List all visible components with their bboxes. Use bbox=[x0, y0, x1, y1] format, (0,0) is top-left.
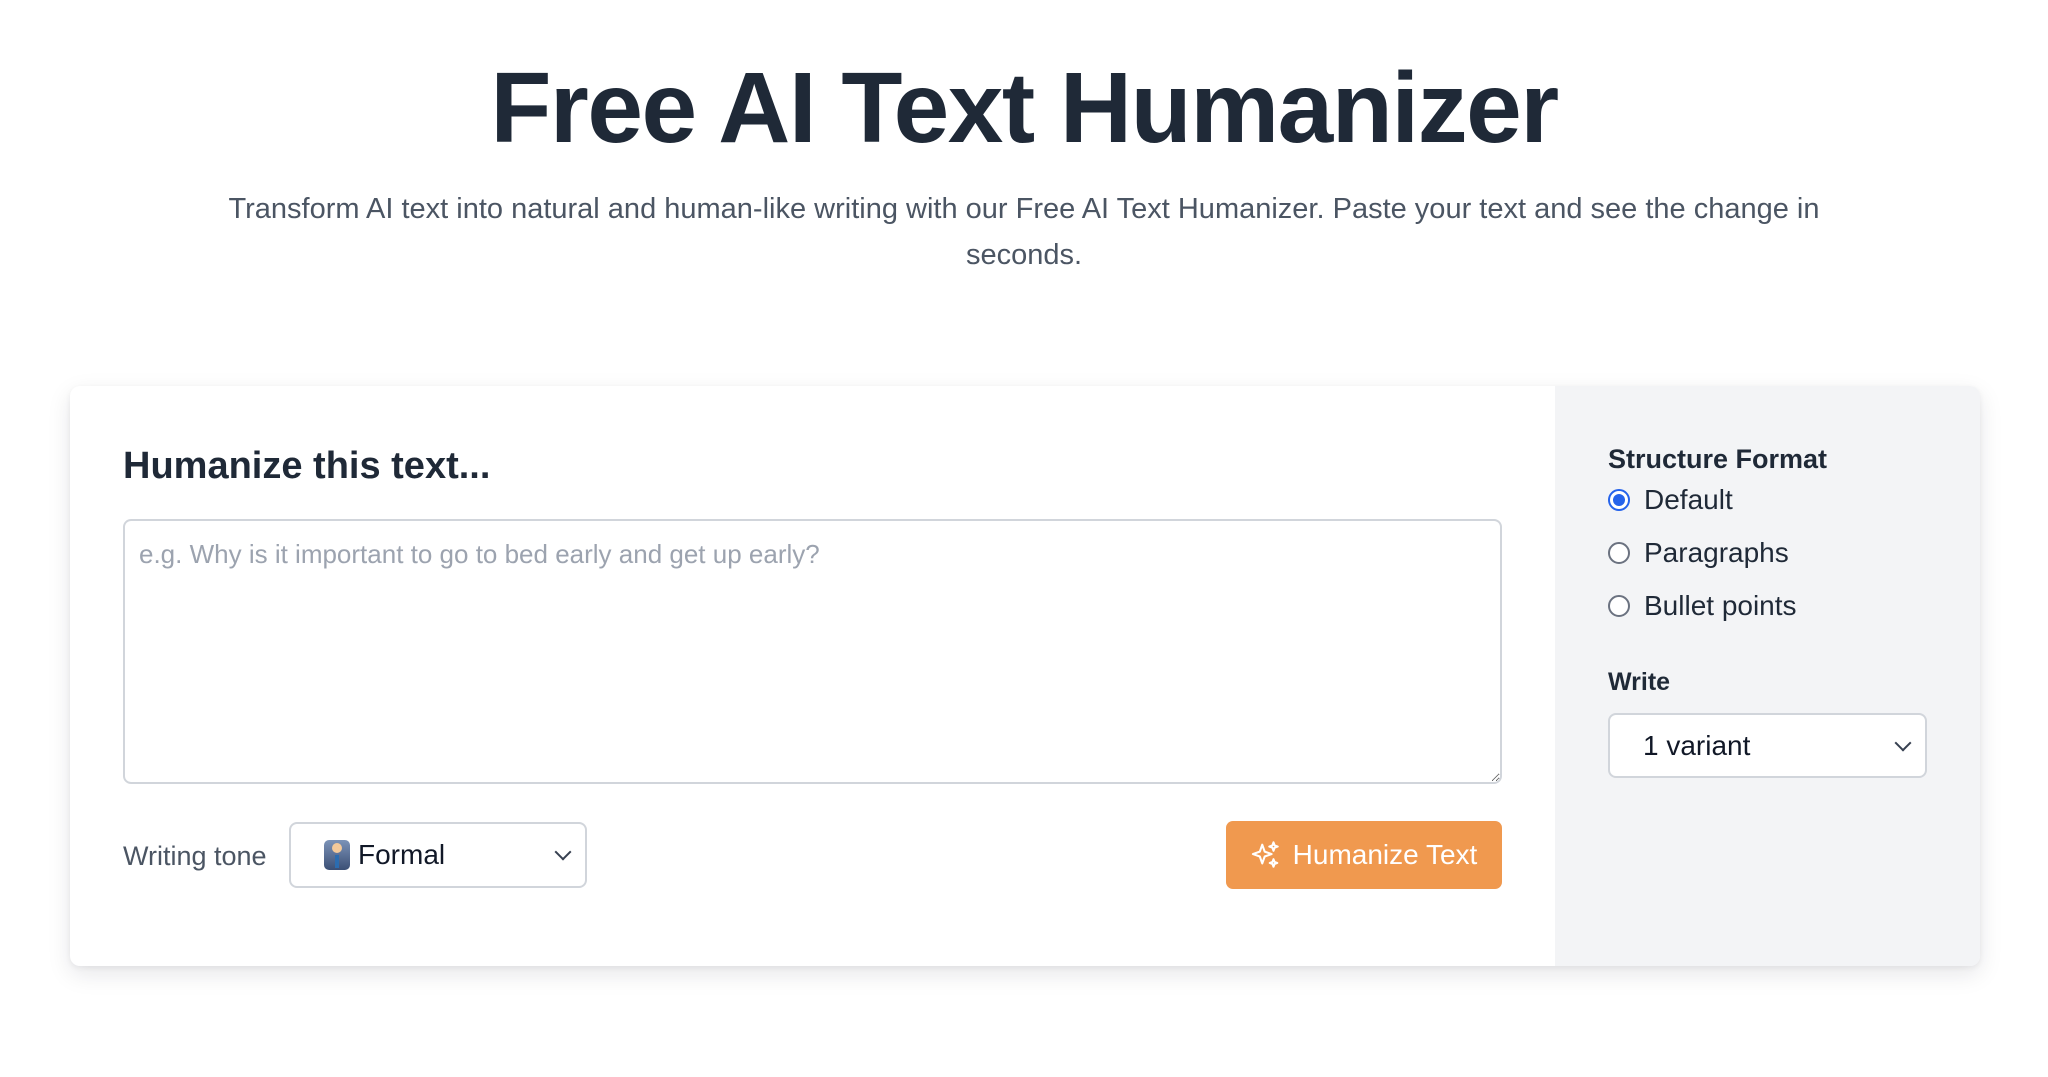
structure-option-default[interactable]: Default bbox=[1608, 480, 1733, 520]
office-worker-emoji-icon bbox=[324, 840, 350, 870]
humanize-text-label: Humanize Text bbox=[1292, 839, 1478, 870]
sparkles-icon bbox=[1251, 841, 1279, 868]
writing-tone-label: Writing tone bbox=[123, 841, 267, 871]
radio-unselected-icon[interactable] bbox=[1608, 542, 1630, 564]
humanizer-main-panel: Humanize this text... Writing tone Forma… bbox=[70, 386, 1555, 966]
page-title: Free AI Text Humanizer bbox=[490, 52, 1559, 164]
radio-unselected-icon[interactable] bbox=[1608, 595, 1630, 617]
variant-count-select[interactable]: 1 variant bbox=[1608, 713, 1927, 778]
humanize-text-button[interactable]: Humanize Text bbox=[1226, 821, 1502, 889]
options-panel: Structure Format Default Paragraphs Bull… bbox=[1555, 386, 1980, 966]
write-label: Write bbox=[1608, 668, 1671, 696]
page-subtitle: Transform AI text into natural and human… bbox=[228, 193, 1820, 271]
writing-tone-value: Formal bbox=[358, 839, 446, 870]
structure-option-label: Paragraphs bbox=[1644, 537, 1789, 568]
humanize-heading: Humanize this text... bbox=[123, 445, 491, 487]
structure-option-bullet-points[interactable]: Bullet points bbox=[1608, 586, 1797, 626]
chevron-down-icon bbox=[554, 843, 572, 861]
text-input[interactable] bbox=[123, 519, 1502, 784]
structure-option-label: Default bbox=[1644, 484, 1733, 515]
variant-count-value: 1 variant bbox=[1643, 729, 1751, 761]
writing-tone-select[interactable]: Formal bbox=[289, 822, 587, 888]
structure-format-heading: Structure Format bbox=[1608, 444, 1828, 474]
chevron-down-icon bbox=[1894, 734, 1912, 751]
structure-option-paragraphs[interactable]: Paragraphs bbox=[1608, 533, 1789, 573]
humanizer-card: Humanize this text... Writing tone Forma… bbox=[70, 386, 1980, 966]
radio-selected-icon[interactable] bbox=[1608, 489, 1630, 511]
structure-option-label: Bullet points bbox=[1644, 590, 1797, 621]
